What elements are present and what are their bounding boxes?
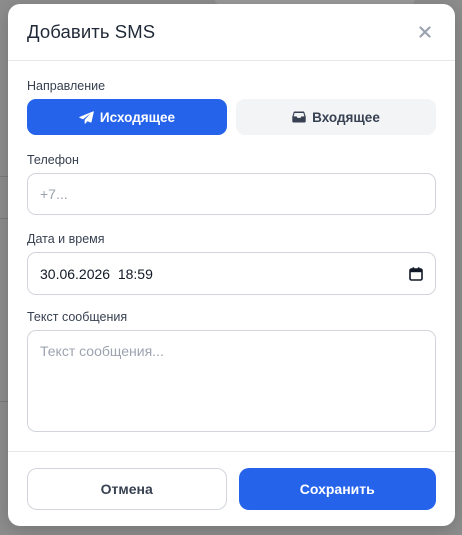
modal-header: Добавить SMS [8,4,455,61]
modal-body: Направление Исходящее Входящее Телефон Д… [8,61,455,432]
message-label: Текст сообщения [27,310,128,324]
close-icon [419,26,431,38]
phone-field-group: Телефон [27,153,436,215]
close-button[interactable] [416,23,434,41]
incoming-button[interactable]: Входящее [236,99,436,135]
background-divider [0,176,8,177]
message-textarea[interactable] [27,330,436,432]
modal-title: Добавить SMS [27,21,156,42]
datetime-field-group: Дата и время 30.06.2026 18:59 [27,232,436,295]
inbox-icon [292,111,306,123]
direction-toggle: Исходящее Входящее [27,99,436,135]
direction-label: Направление [27,79,106,93]
background-divider [0,401,8,402]
paper-plane-icon [79,110,94,124]
datetime-value: 30.06.2026 18:59 [40,265,153,282]
cancel-button[interactable]: Отмена [27,468,227,510]
modal-footer: Отмена Сохранить [8,451,455,526]
save-button[interactable]: Сохранить [238,468,436,510]
datetime-input[interactable]: 30.06.2026 18:59 [27,252,436,295]
add-sms-modal: Добавить SMS Направление Исходящее Входя… [8,4,455,526]
datetime-label: Дата и время [27,232,105,246]
outgoing-button[interactable]: Исходящее [27,99,227,135]
incoming-label: Входящее [312,109,380,125]
message-field-group: Текст сообщения [27,310,436,432]
calendar-icon[interactable] [409,266,423,281]
background-divider [0,218,8,219]
phone-input[interactable] [27,173,436,215]
phone-label: Телефон [27,153,79,167]
outgoing-label: Исходящее [99,109,176,125]
